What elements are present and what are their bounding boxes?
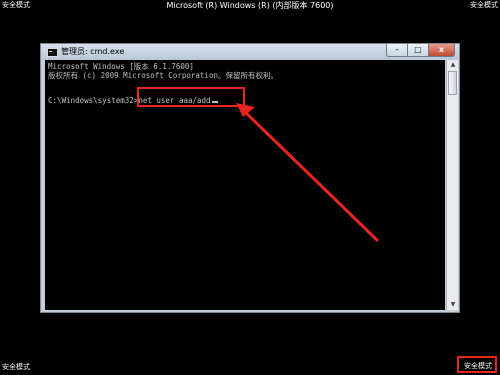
- arrow-shaft: [239, 106, 380, 243]
- annotation-arrow-icon: [236, 103, 380, 243]
- arrow-head: [236, 103, 255, 117]
